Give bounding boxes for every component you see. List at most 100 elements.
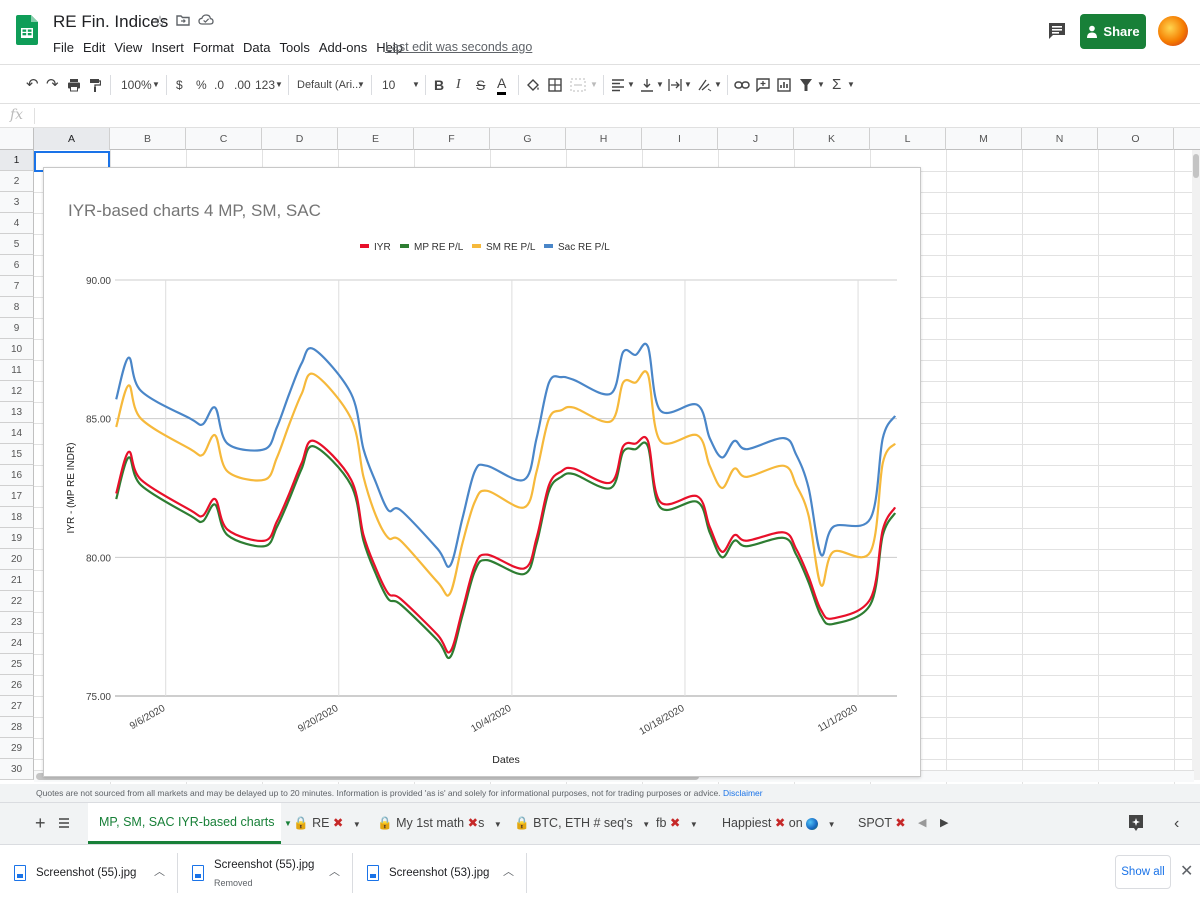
show-all-downloads-button[interactable]: Show all (1115, 855, 1171, 889)
scroll-tabs-right-icon[interactable]: ▶ (940, 803, 948, 844)
zoom-dropdown-caret-icon[interactable]: ▼ (152, 75, 160, 95)
print-icon[interactable] (67, 75, 81, 95)
zoom-select[interactable]: 100% (121, 75, 152, 95)
tab-caret-icon[interactable]: ▼ (828, 820, 836, 829)
last-edit-link[interactable]: Last edit was seconds ago (385, 40, 532, 54)
row-header-6[interactable]: 6 (0, 255, 34, 276)
merge-caret-icon[interactable]: ▼ (590, 75, 598, 95)
row-header-22[interactable]: 22 (0, 591, 34, 612)
google-sheets-logo-icon[interactable] (16, 12, 38, 48)
share-button[interactable]: Share (1080, 14, 1146, 49)
move-folder-icon[interactable] (174, 13, 192, 31)
text-wrapping-icon[interactable] (668, 75, 682, 95)
format-currency-button[interactable]: $ (176, 75, 183, 95)
italic-button[interactable]: I (456, 75, 461, 95)
tab-fb[interactable]: fb ✖ ▼ (656, 803, 698, 844)
column-header-a[interactable]: A (34, 128, 110, 150)
row-header-12[interactable]: 12 (0, 381, 34, 402)
row-header-1[interactable]: 1 (0, 150, 34, 171)
star-icon[interactable]: ☆ (151, 13, 169, 31)
column-header-l[interactable]: L (870, 128, 946, 150)
column-header-g[interactable]: G (490, 128, 566, 150)
column-header-o[interactable]: O (1098, 128, 1174, 150)
tab-my-1st-math[interactable]: 🔒 My 1st math ✖s ▼ (377, 803, 502, 844)
formula-input[interactable] (40, 106, 1190, 126)
vertical-scrollbar[interactable] (1192, 150, 1200, 780)
row-header-25[interactable]: 25 (0, 654, 34, 675)
download-item[interactable]: Screenshot (55).jpg Removed ︿ (178, 853, 353, 893)
insert-comment-icon[interactable] (756, 75, 770, 95)
redo-icon[interactable]: ↷ (46, 75, 59, 95)
column-header-b[interactable]: B (110, 128, 186, 150)
decrease-decimal-button[interactable]: .0 (214, 75, 224, 95)
filter-icon[interactable] (799, 75, 813, 95)
column-header-f[interactable]: F (414, 128, 490, 150)
row-header-3[interactable]: 3 (0, 192, 34, 213)
row-header-2[interactable]: 2 (0, 171, 34, 192)
row-header-28[interactable]: 28 (0, 717, 34, 738)
vertical-align-caret-icon[interactable]: ▼ (656, 75, 664, 95)
column-header-h[interactable]: H (566, 128, 642, 150)
row-header-8[interactable]: 8 (0, 297, 34, 318)
disclaimer-link[interactable]: Disclaimer (723, 788, 763, 798)
user-avatar[interactable] (1158, 16, 1188, 46)
menu-add-ons[interactable]: Add-ons (319, 40, 372, 58)
vertical-align-icon[interactable] (640, 75, 654, 95)
add-sheet-icon[interactable]: + (35, 803, 46, 844)
horizontal-align-caret-icon[interactable]: ▼ (627, 75, 635, 95)
menu-file[interactable]: File (53, 40, 79, 58)
row-header-20[interactable]: 20 (0, 549, 34, 570)
vertical-scroll-thumb[interactable] (1193, 154, 1199, 178)
download-item[interactable]: Screenshot (53).jpg ︿ (353, 853, 527, 893)
tab-happiest[interactable]: Happiest ✖ on ▼ (722, 803, 836, 844)
scroll-tabs-left-icon[interactable]: ◀ (918, 803, 926, 844)
row-header-19[interactable]: 19 (0, 528, 34, 549)
increase-decimal-button[interactable]: .00 (234, 75, 251, 95)
column-header-n[interactable]: N (1022, 128, 1098, 150)
filter-caret-icon[interactable]: ▼ (817, 75, 825, 95)
all-sheets-icon[interactable] (58, 803, 70, 844)
tab-btc-eth-seqs[interactable]: 🔒 BTC, ETH # seq's ▼ (514, 803, 650, 844)
tab-caret-icon[interactable]: ▼ (690, 820, 698, 829)
borders-icon[interactable] (548, 75, 562, 95)
text-color-button[interactable]: A (497, 75, 507, 95)
row-header-16[interactable]: 16 (0, 465, 34, 486)
close-icon[interactable]: ✕ (1180, 861, 1193, 881)
column-header-j[interactable]: J (718, 128, 794, 150)
row-header-29[interactable]: 29 (0, 738, 34, 759)
paint-format-icon[interactable] (89, 75, 102, 95)
more-formats-caret-icon[interactable]: ▼ (275, 75, 283, 95)
strikethrough-button[interactable]: S (476, 75, 485, 95)
row-header-26[interactable]: 26 (0, 675, 34, 696)
tab-caret-icon[interactable]: ▼ (494, 820, 502, 829)
tab-caret-icon[interactable]: ▼ (642, 820, 650, 829)
tab-caret-icon[interactable]: ▼ (353, 820, 361, 829)
menu-data[interactable]: Data (243, 40, 275, 58)
horizontal-align-icon[interactable] (611, 75, 625, 95)
menu-view[interactable]: View (114, 40, 147, 58)
row-header-18[interactable]: 18 (0, 507, 34, 528)
download-item[interactable]: Screenshot (55).jpg ︿ (0, 853, 178, 893)
menu-format[interactable]: Format (193, 40, 239, 58)
row-header-9[interactable]: 9 (0, 318, 34, 339)
row-header-15[interactable]: 15 (0, 444, 34, 465)
undo-icon[interactable]: ↶ (26, 75, 39, 95)
insert-link-icon[interactable] (734, 75, 750, 95)
functions-button[interactable]: Σ (832, 75, 841, 95)
embedded-line-chart[interactable]: IYR-based charts 4 MP, SM, SAC 75.00 80.00… (43, 167, 921, 777)
fill-color-icon[interactable] (526, 75, 540, 95)
column-header-c[interactable]: C (186, 128, 262, 150)
text-rotation-caret-icon[interactable]: ▼ (714, 75, 722, 95)
font-size-caret-icon[interactable]: ▼ (412, 75, 420, 95)
cloud-saved-icon[interactable] (197, 13, 215, 31)
column-header-m[interactable]: M (946, 128, 1022, 150)
font-size-select[interactable]: 10 (382, 75, 395, 95)
menu-insert[interactable]: Insert (151, 40, 189, 58)
select-all-corner[interactable] (0, 128, 34, 150)
functions-caret-icon[interactable]: ▼ (847, 75, 855, 95)
row-header-23[interactable]: 23 (0, 612, 34, 633)
comments-icon[interactable] (1046, 20, 1068, 42)
merge-cells-icon[interactable] (570, 75, 586, 95)
tab-mp-sm-sac-iyr-charts[interactable]: MP, SM, SAC IYR-based charts ▼ (88, 803, 292, 844)
font-family-caret-icon[interactable]: ▼ (357, 75, 365, 95)
